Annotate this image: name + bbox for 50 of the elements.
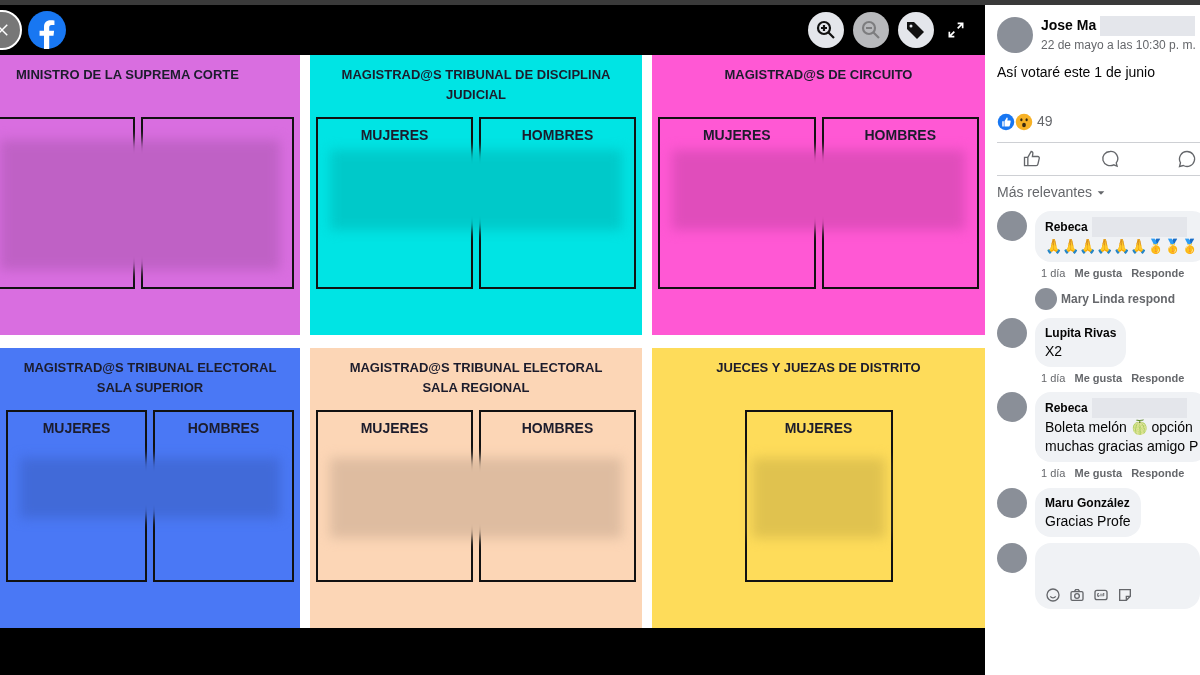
post-text: Así votaré este 1 de junio <box>997 63 1156 82</box>
avatar[interactable] <box>997 211 1027 241</box>
facebook-logo-icon[interactable] <box>28 11 66 49</box>
avatar[interactable] <box>997 487 1027 518</box>
avatar[interactable] <box>1035 287 1057 310</box>
comment-time: 1 día <box>1041 466 1066 481</box>
comment-text: Gracias Profe <box>1045 511 1131 531</box>
commenter-name[interactable]: Lupita Rivas <box>1045 323 1117 342</box>
sort-dropdown[interactable]: Más relevantes <box>997 182 1200 203</box>
comment-input-field[interactable] <box>1035 542 1200 609</box>
avatar <box>997 542 1027 573</box>
avatar[interactable] <box>997 317 1027 348</box>
wow-reaction-icon <box>1015 112 1033 131</box>
panel-title: MAGISTRAD@S TRIBUNAL ELECTORAL SALA REGIONAL <box>348 359 604 397</box>
comment-action-link[interactable]: Me gusta <box>1074 265 1123 282</box>
camera-icon[interactable] <box>1069 586 1085 603</box>
comment-action-link[interactable]: Me gusta <box>1074 465 1123 482</box>
panel-title: MINISTRO DE LA SUPREMA CORTE <box>15 66 240 84</box>
commenter-name[interactable]: Rebeca <box>1045 399 1088 417</box>
expand-icon[interactable] <box>946 20 966 40</box>
avatar[interactable] <box>997 16 1033 53</box>
smiley-icon[interactable] <box>1045 586 1061 603</box>
post-date[interactable]: 22 de mayo a las 10:30 p. m. <box>1041 36 1196 54</box>
ballot-box: MUJERES <box>744 410 893 582</box>
reply-link[interactable]: Mary Linda respond <box>1061 289 1176 308</box>
panel-title: MAGISTRAD@S TRIBUNAL DE DISCIPLINA JUDICIAL <box>340 66 612 104</box>
comment-action-link[interactable]: Responde <box>1131 369 1185 386</box>
comment-text: X2 <box>1045 341 1064 361</box>
comment-text: Boleta melón 🍈 opción muchas gracias amigo P <box>1045 418 1199 456</box>
comment-action-link[interactable]: Responde <box>1131 465 1185 482</box>
commenter-name[interactable]: Rebeca <box>1045 218 1088 236</box>
commenter-name[interactable]: Maru González <box>1045 493 1130 512</box>
like-icon[interactable] <box>1022 149 1042 169</box>
zoom-in-button[interactable] <box>808 12 844 48</box>
panel-title: MAGISTRAD@S DE CIRCUITO <box>723 66 914 84</box>
comment-icon[interactable] <box>1099 149 1120 169</box>
avatar[interactable] <box>997 392 1027 422</box>
author-name[interactable]: Jose Ma <box>1041 15 1097 36</box>
tag-button[interactable] <box>898 12 934 48</box>
like-reaction-icon <box>997 112 1015 131</box>
comment-action-link[interactable]: Responde <box>1131 265 1185 282</box>
reaction-count[interactable]: 49 <box>1037 111 1053 132</box>
comment-text: 🙏🙏🙏🙏🙏🙏🥇🥇🥇 <box>1045 237 1198 256</box>
comment-action-link[interactable]: Me gusta <box>1074 369 1123 386</box>
panel-title: MAGISTRAD@S TRIBUNAL ELECTORAL SALA SUPERIOR <box>22 359 278 397</box>
comment-time: 1 día <box>1041 370 1066 386</box>
comment-time: 1 día <box>1041 266 1066 281</box>
sticker-icon[interactable] <box>1117 586 1133 603</box>
whatsapp-icon[interactable] <box>1177 149 1197 169</box>
panel-title: JUECES Y JUEZAS DE DISTRITO <box>715 359 922 377</box>
